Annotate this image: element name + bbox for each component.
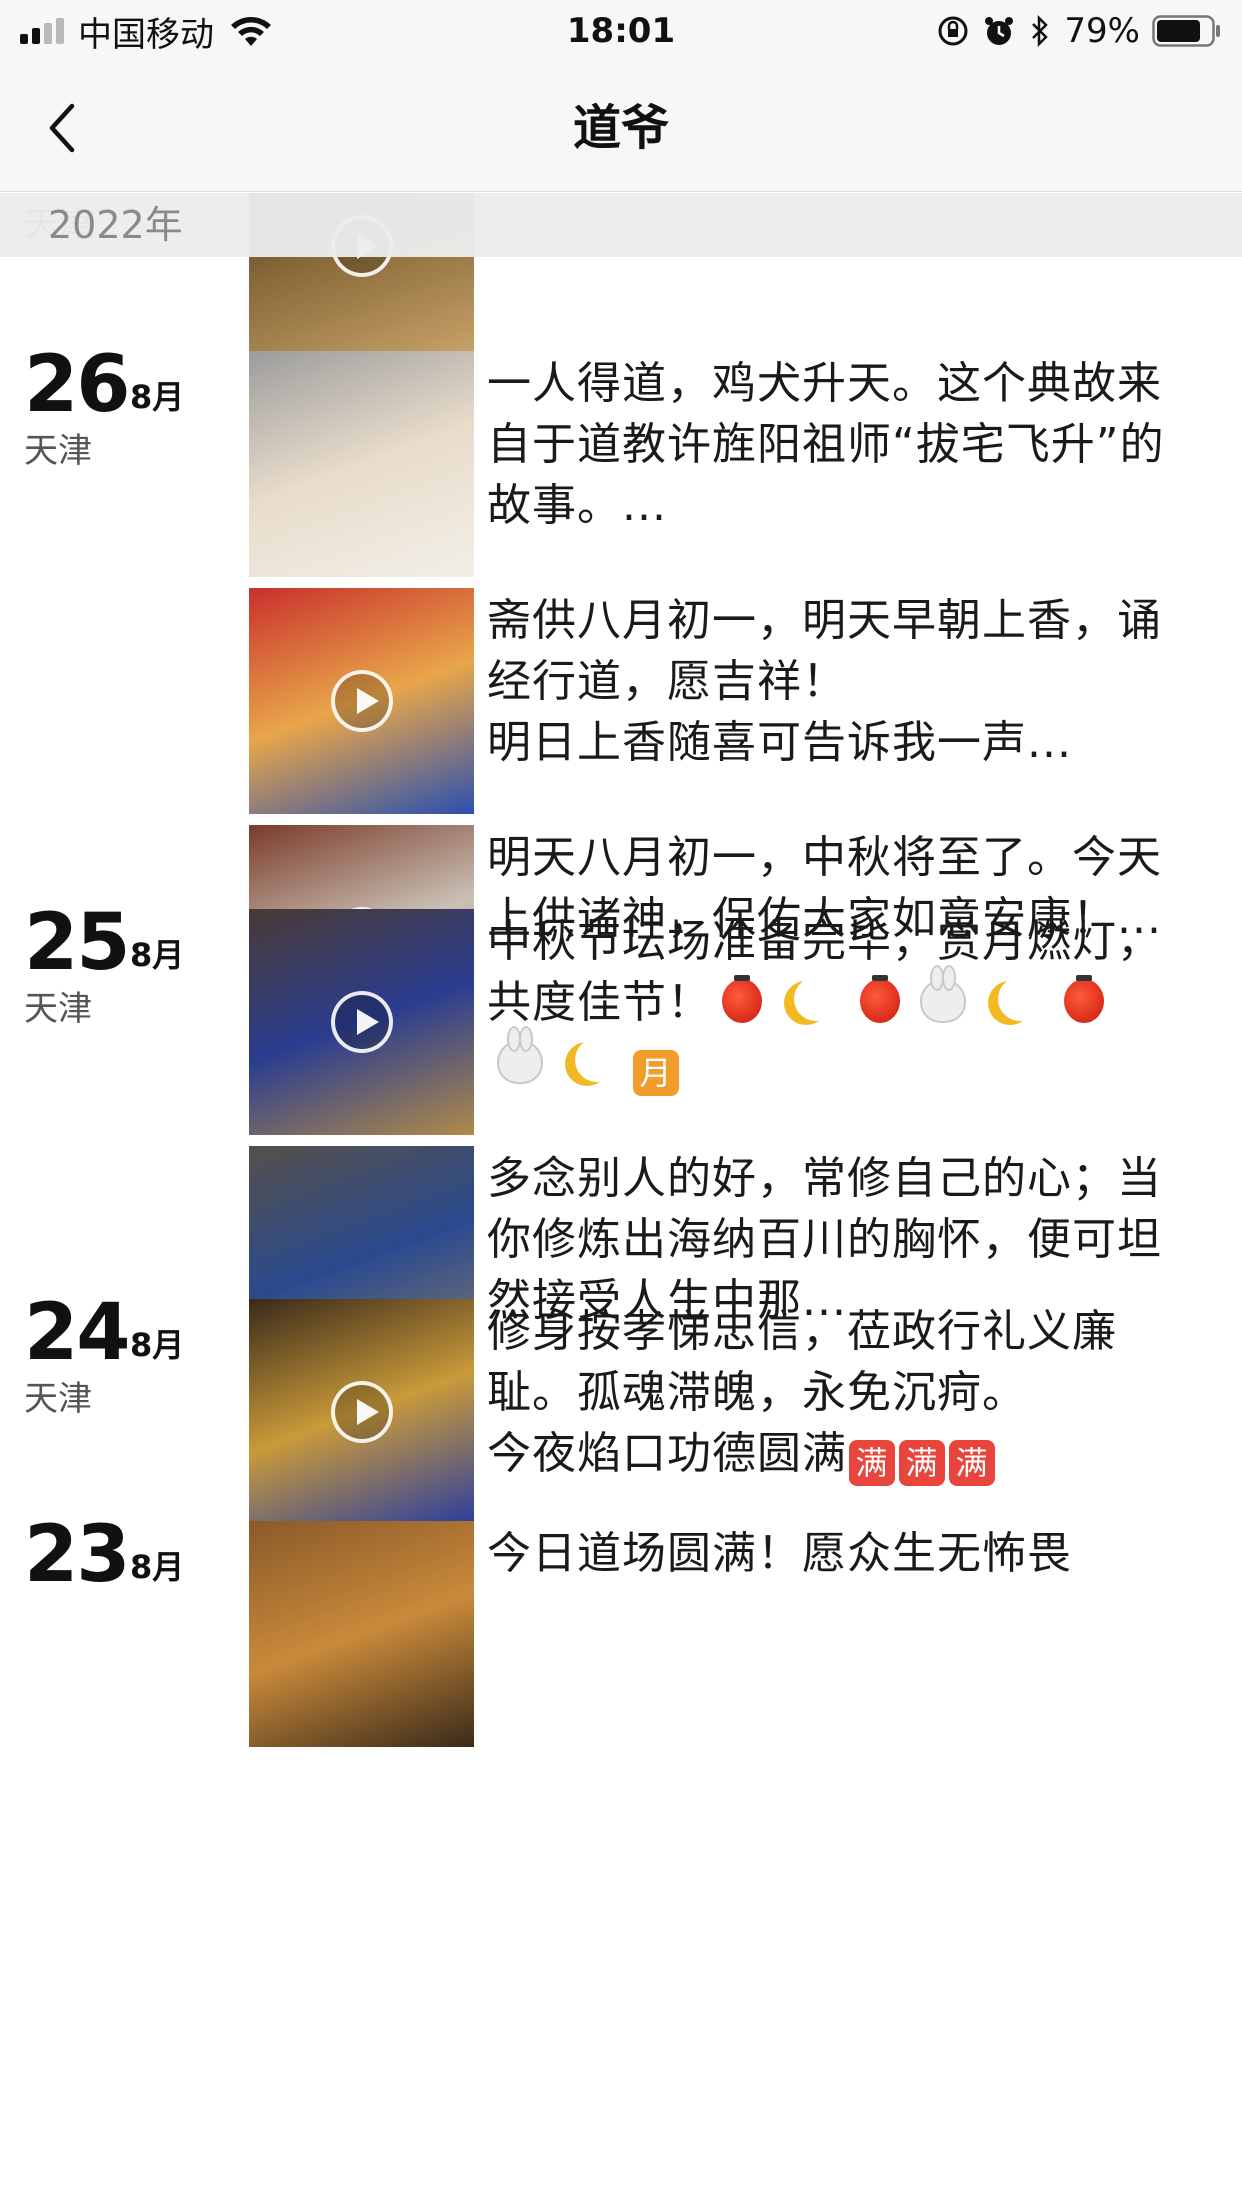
status-right: 79% [936, 8, 1222, 54]
date-day: 23 [24, 1510, 131, 1600]
post-text-line: 斋供八月初一，明天早朝上香，诵经行道，愿吉祥！ [487, 595, 1162, 707]
location-label: 天津 [24, 431, 92, 471]
video-thumbnail[interactable] [249, 1299, 474, 1525]
timeline-feed[interactable]: 天津敕符；符灵法显，坛靖光辉！268月天津一人得道，鸡犬升天。这个典故来自于道教… [0, 193, 1242, 2208]
timeline-post[interactable]: 修身按孝悌忠信，莅政行礼义廉耻。孤魂滞魄，永免沉疴。 今夜焰口功德圆满满满满 [249, 1299, 1209, 1525]
post-text-line: 明日上香随喜可告诉我一声... [487, 717, 1072, 768]
full-emoji-icon: 满 [849, 1440, 895, 1486]
moon-emoji-icon [998, 977, 1042, 1021]
nav-bar: 道爷 [0, 62, 1242, 192]
video-thumbnail[interactable] [249, 588, 474, 814]
rabbit-emoji-icon [920, 965, 966, 1023]
alarm-icon [985, 17, 1014, 45]
post-text-line: 修身按孝悌忠信，莅政行礼义廉耻。孤魂滞魄，永免沉疴。 [487, 1306, 1117, 1418]
play-icon[interactable] [331, 991, 393, 1053]
post-text: 斋供八月初一，明天早朝上香，诵经行道，愿吉祥！ 明日上香随喜可告诉我一声... [487, 590, 1167, 773]
date-day: 25 [24, 898, 131, 988]
timeline-post[interactable]: 斋供八月初一，明天早朝上香，诵经行道，愿吉祥！ 明日上香随喜可告诉我一声... [249, 588, 1209, 814]
post-text-line: 今夜焰口功德圆满 [487, 1428, 847, 1479]
post-text-line: 一人得道，鸡犬升天。这个典故来自于道教许旌阳祖师“拔宅飞升”的故事。... [487, 358, 1165, 531]
year-header: 2022年 [0, 193, 1242, 257]
timeline-post[interactable]: 一人得道，鸡犬升天。这个典故来自于道教许旌阳祖师“拔宅飞升”的故事。... [249, 351, 1209, 577]
post-text: 中秋节坛场准备完毕，赏月燃灯，共度佳节！月 [487, 911, 1167, 1096]
date-month: 8月 [130, 1326, 185, 1364]
lantern-emoji-icon [860, 975, 900, 1023]
status-bar: 中国移动 18:01 79% [0, 0, 1242, 62]
battery-percent: 79% [1064, 11, 1140, 51]
location-label: 天津 [24, 1379, 92, 1419]
rabbit-emoji-icon [497, 1026, 543, 1084]
timeline-post[interactable]: 今日道场圆满！愿众生无怖畏 [249, 1521, 1209, 1747]
post-text: 今日道场圆满！愿众生无怖畏 [487, 1523, 1167, 1584]
photo-thumbnail[interactable] [249, 1521, 474, 1747]
date-day: 26 [24, 340, 131, 430]
post-text: 修身按孝悌忠信，莅政行礼义廉耻。孤魂滞魄，永免沉疴。 今夜焰口功德圆满满满满 [487, 1301, 1167, 1486]
month-emoji-icon: 月 [633, 1050, 679, 1096]
play-icon[interactable] [331, 1381, 393, 1443]
video-thumbnail[interactable] [249, 909, 474, 1135]
post-text-line: 今日道场圆满！愿众生无怖畏 [487, 1528, 1072, 1579]
page-title: 道爷 [572, 100, 669, 156]
photo-thumbnail[interactable] [249, 351, 474, 577]
battery-icon [1152, 15, 1220, 47]
date-day: 24 [24, 1288, 131, 1378]
full-emoji-icon: 满 [899, 1440, 945, 1486]
lantern-emoji-icon [722, 975, 762, 1023]
lantern-emoji-icon [1064, 975, 1104, 1023]
moon-emoji-icon [575, 1038, 619, 1082]
timeline-post[interactable]: 中秋节坛场准备完毕，赏月燃灯，共度佳节！月 [249, 909, 1209, 1135]
full-emoji-icon: 满 [949, 1440, 995, 1486]
date-month: 8月 [130, 1548, 185, 1586]
date-month: 8月 [130, 378, 185, 416]
moon-emoji-icon [794, 977, 838, 1021]
play-icon[interactable] [331, 670, 393, 732]
post-text: 一人得道，鸡犬升天。这个典故来自于道教许旌阳祖师“拔宅飞升”的故事。... [487, 353, 1167, 536]
date-month: 8月 [130, 936, 185, 974]
bluetooth-icon [1032, 14, 1049, 48]
year-label: 2022年 [48, 203, 183, 247]
location-label: 天津 [24, 989, 92, 1029]
orientation-lock-icon [938, 16, 968, 46]
